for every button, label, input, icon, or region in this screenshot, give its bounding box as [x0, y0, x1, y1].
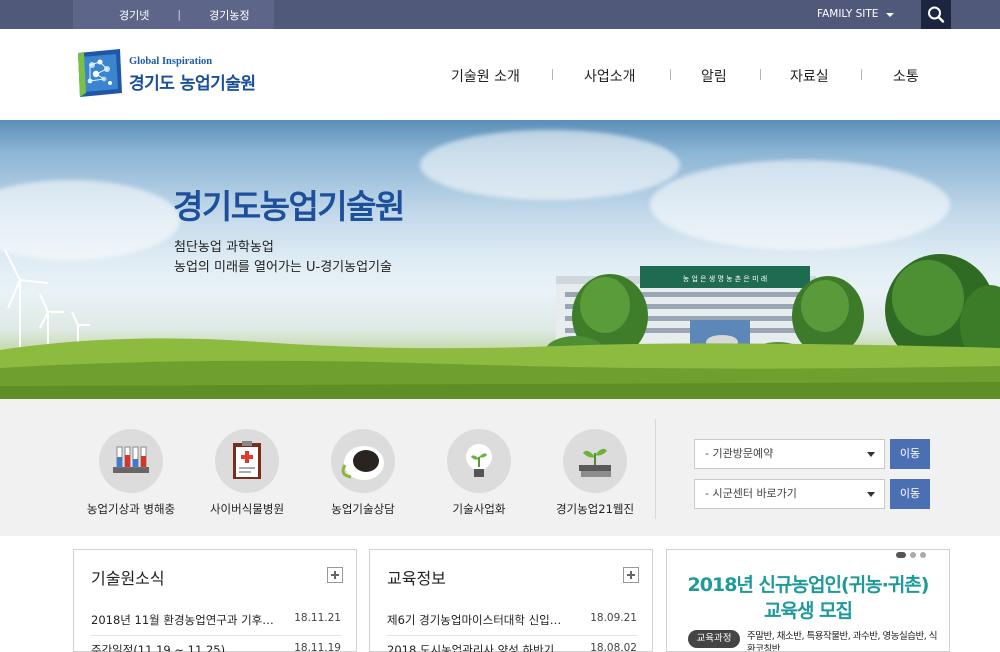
- utility-separator: |: [177, 8, 182, 21]
- chevron-down-icon: [867, 452, 875, 457]
- medical-chart-icon: [233, 441, 261, 479]
- quick-item-weather-pest[interactable]: 농업기상과 병해충: [71, 429, 191, 517]
- hero-subtitle-1: 첨단농업 과학농업: [174, 240, 274, 255]
- lightbulb-sprout-icon: [466, 444, 492, 477]
- quick-item-cyber-plant-hospital[interactable]: 사이버식물병원: [187, 429, 307, 517]
- quick-item-label: 농업기술상담: [331, 502, 395, 516]
- hero-title: 경기도농업기술원: [173, 187, 405, 226]
- nav-divider: [552, 69, 553, 80]
- row-title: 제6기 경기농업마이스터대학 신입…: [387, 613, 562, 627]
- link-gyeonggi-agri[interactable]: 경기농정: [209, 7, 249, 23]
- link-gyeonggi-net[interactable]: 경기넷: [119, 7, 149, 23]
- nav-item-notice[interactable]: 알림: [701, 66, 727, 86]
- nav-item-archive[interactable]: 자료실: [790, 66, 829, 86]
- search-icon: [928, 6, 945, 23]
- row-date: 18.11.21: [294, 612, 341, 624]
- education-board: 교육정보 제6기 경기농업마이스터대학 신입… 18.09.21 2018 도시…: [369, 549, 653, 652]
- row-title: 주간일정(11.19 ~ 11.25): [91, 643, 226, 652]
- promo-banner[interactable]: 2018년 신규농업인(귀농·귀촌) 교육생 모집 교육과정 주말반, 채소반,…: [666, 549, 950, 652]
- go-button-reservation[interactable]: 이동: [890, 439, 930, 469]
- quick-item-label: 농업기상과 병해충: [86, 502, 176, 516]
- nav-item-about[interactable]: 기술원 소개: [451, 66, 520, 86]
- select-value: - 기관방문예약: [705, 447, 774, 460]
- promo-title-line1: 2018년 신규농업인(귀농·귀촌): [687, 574, 930, 596]
- quick-item-commercialization[interactable]: 기술사업화: [419, 429, 539, 517]
- quick-item-webzine[interactable]: 경기농업21웹진: [535, 429, 655, 517]
- board-row[interactable]: 주간일정(11.19 ~ 11.25) 18.11.19: [91, 642, 341, 652]
- row-date: 18.11.19: [294, 642, 341, 652]
- row-date: 18.09.21: [590, 612, 637, 624]
- svg-text:농 업 은 생 명 농 촌 은 미 래: 농 업 은 생 명 농 촌 은 미 래: [683, 274, 767, 283]
- logo-name: 경기도 농업기술원: [129, 74, 256, 94]
- nav-divider: [861, 69, 862, 80]
- promo-description: 주말반, 채소반, 특용작물반, 과수반, 영농실습반, 식환코칭반: [747, 631, 938, 652]
- quick-item-label: 기술사업화: [452, 502, 506, 516]
- logo-emblem-icon: [78, 49, 122, 97]
- row-title: 2018년 11월 환경농업연구과 기후…: [91, 613, 274, 627]
- more-plus-icon[interactable]: [623, 567, 639, 583]
- select-value: - 시군센터 바로가기: [705, 487, 797, 500]
- hero-banner: 농 업 은 생 명 농 촌 은 미 래 경기도농업기술원 첨단농업 과학농업 농…: [0, 120, 1000, 399]
- board-title: 교육정보: [387, 569, 446, 588]
- board-row[interactable]: 2018 도시농업관리사 양성 하반기… 18.08.02: [387, 642, 637, 652]
- site-header: Global Inspiration 경기도 농업기술원 기술원 소개 사업소개…: [0, 29, 1000, 120]
- nav-item-community[interactable]: 소통: [893, 66, 919, 86]
- books-sprout-icon: [579, 448, 611, 477]
- more-plus-icon[interactable]: [327, 567, 343, 583]
- quick-item-icon-wrap: [331, 429, 395, 493]
- row-title: 2018 도시농업관리사 양성 하반기…: [387, 643, 566, 652]
- quick-item-label: 경기농업21웹진: [555, 502, 635, 516]
- go-button-city-center[interactable]: 이동: [890, 479, 930, 509]
- city-center-select[interactable]: - 시군센터 바로가기: [694, 479, 885, 509]
- chevron-down-icon: [867, 492, 875, 497]
- board-row[interactable]: 제6기 경기농업마이스터대학 신입… 18.09.21: [387, 612, 637, 630]
- row-date: 18.08.02: [590, 642, 637, 652]
- nav-divider: [670, 69, 671, 80]
- quick-item-icon-wrap: [215, 429, 279, 493]
- slide-dot-active[interactable]: [896, 552, 906, 558]
- quick-menu-strip: 농업기상과 병해충 사이버식물병원 농업기술상담 기술사업화 경기농업21웹진 …: [0, 399, 1000, 536]
- family-site-label: FAMILY SITE: [817, 8, 879, 20]
- quick-item-label: 사이버식물병원: [209, 502, 285, 516]
- slide-indicator: [896, 552, 938, 558]
- nav-item-business[interactable]: 사업소개: [584, 66, 636, 86]
- visit-reservation-select[interactable]: - 기관방문예약: [694, 439, 885, 469]
- family-site-dropdown[interactable]: FAMILY SITE: [817, 0, 894, 29]
- quick-item-icon-wrap: [99, 429, 163, 493]
- quick-menu-divider: [655, 419, 656, 519]
- quick-item-icon-wrap: [563, 429, 627, 493]
- slide-dot[interactable]: [910, 552, 916, 558]
- quick-item-icon-wrap: [447, 429, 511, 493]
- top-utility-bar: 경기넷 | 경기농정 FAMILY SITE: [0, 0, 1000, 29]
- hero-subtitle-2: 농업의 미래를 열어가는 U-경기농업기술: [174, 260, 392, 275]
- site-logo[interactable]: Global Inspiration 경기도 농업기술원: [76, 49, 266, 101]
- search-button[interactable]: [921, 0, 951, 29]
- utility-links: 경기넷 | 경기농정: [73, 0, 274, 29]
- nav-divider: [760, 69, 761, 80]
- slide-dot[interactable]: [920, 552, 926, 558]
- caret-down-icon: [886, 13, 894, 17]
- news-board: 기술원소식 2018년 11월 환경농업연구과 기후… 18.11.21 주간일…: [73, 549, 357, 652]
- promo-title-line2: 교육생 모집: [763, 600, 853, 622]
- quick-item-consulting[interactable]: 농업기술상담: [303, 429, 423, 517]
- hero-landscape-illustration: 농 업 은 생 명 농 촌 은 미 래: [0, 249, 1000, 399]
- row-divider: [91, 635, 341, 636]
- promo-badge: 교육과정: [688, 630, 740, 648]
- board-row[interactable]: 2018년 11월 환경농업연구과 기후… 18.11.21: [91, 612, 341, 630]
- coffee-cup-icon: [341, 446, 384, 480]
- board-title: 기술원소식: [91, 569, 165, 588]
- logo-tagline: Global Inspiration: [129, 56, 213, 67]
- test-tube-icon: [113, 446, 149, 473]
- row-divider: [387, 635, 637, 636]
